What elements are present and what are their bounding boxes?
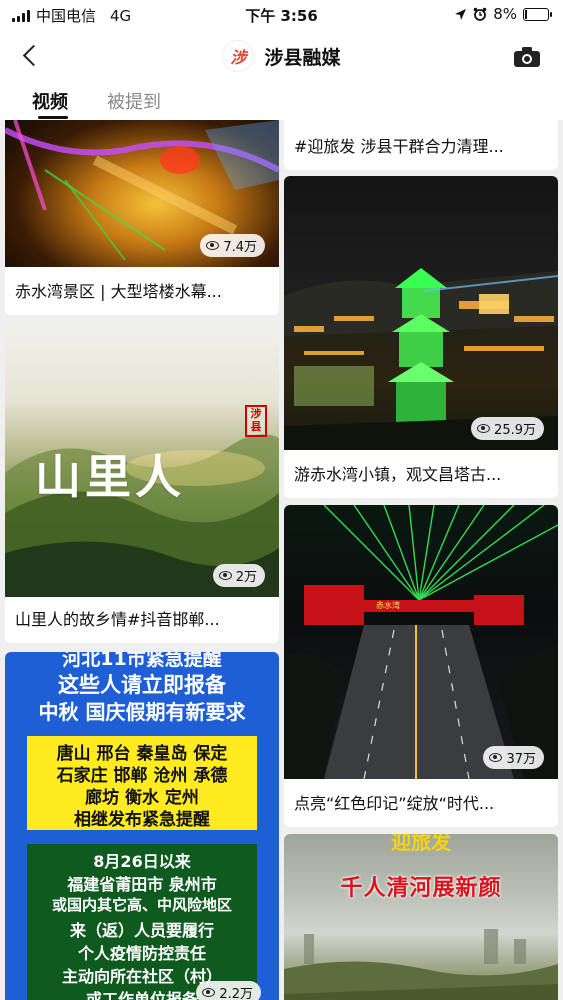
page-title: 涉县融媒 bbox=[264, 46, 341, 69]
battery-icon bbox=[523, 7, 552, 21]
video-card[interactable]: 7.4万 赤水湾景区 | 大型塔楼水幕... bbox=[5, 120, 279, 315]
video-feed: 7.4万 赤水湾景区 | 大型塔楼水幕... 涉县 山里人 2万 山里人的故乡情… bbox=[0, 120, 563, 1000]
eye-icon bbox=[202, 988, 216, 997]
view-count: 2.2万 bbox=[196, 981, 261, 1000]
video-caption: 游赤水湾小镇，观文昌塔古... bbox=[294, 465, 502, 484]
view-count-value: 2.2万 bbox=[219, 987, 253, 1000]
eye-icon bbox=[477, 424, 491, 433]
account-logo[interactable]: 涉 bbox=[222, 40, 255, 72]
channel-seal: 涉县 bbox=[245, 405, 267, 437]
video-card[interactable]: 迎旅发 千人清河展新颜 bbox=[284, 834, 558, 1000]
view-count: 2万 bbox=[212, 564, 265, 587]
view-count: 7.4万 bbox=[200, 234, 265, 257]
video-card[interactable]: 25.9万 游赤水湾小镇，观文昌塔古... bbox=[284, 176, 558, 498]
view-count-value: 37万 bbox=[506, 752, 536, 767]
tab-videos[interactable]: 视频 bbox=[32, 88, 68, 114]
video-thumbnail: 河北11市紧急提醒 这些人请立即报备 中秋 国庆假期有新要求 唐山 邢台 秦皇岛… bbox=[5, 652, 279, 1000]
camera-icon[interactable] bbox=[513, 46, 541, 68]
video-card[interactable]: 河北11市紧急提醒 这些人请立即报备 中秋 国庆假期有新要求 唐山 邢台 秦皇岛… bbox=[5, 652, 279, 1000]
logo-glyph: 涉 bbox=[230, 48, 247, 67]
tab-mentions[interactable]: 被提到 bbox=[107, 88, 161, 114]
video-thumbnail: 涉县 山里人 2万 bbox=[5, 323, 279, 597]
gate-sign: 赤水湾 bbox=[376, 601, 400, 610]
poster-notice-box: 8月26日以来 福建省莆田市 泉州市 或国内其它高、中风险地区 来（返）人员要履… bbox=[27, 844, 257, 1000]
view-count-value: 7.4万 bbox=[223, 240, 257, 255]
video-caption: #迎旅发 涉县干群合力清理... bbox=[294, 137, 504, 156]
video-caption: 赤水湾景区 | 大型塔楼水幕... bbox=[15, 282, 222, 301]
view-count: 25.9万 bbox=[471, 417, 544, 440]
video-thumbnail: 7.4万 bbox=[5, 120, 279, 267]
video-caption: 点亮“红色印记”绽放“时代... bbox=[294, 794, 495, 813]
battery-percent: 8% bbox=[493, 5, 517, 23]
eye-icon bbox=[218, 571, 232, 580]
video-caption: 山里人的故乡情#抖音邯郸... bbox=[15, 610, 220, 629]
video-thumbnail: 赤水湾 37万 bbox=[284, 505, 558, 779]
status-bar: 中国电信 4G 下午 3:56 8% bbox=[0, 0, 563, 30]
video-thumbnail: 迎旅发 千人清河展新颜 bbox=[284, 834, 558, 1000]
video-thumbnail: 25.9万 bbox=[284, 176, 558, 450]
eye-icon bbox=[206, 241, 220, 250]
alarm-icon bbox=[473, 7, 487, 21]
active-tab-indicator bbox=[38, 116, 68, 119]
location-icon bbox=[455, 8, 467, 20]
poster-city-box: 唐山 邢台 秦皇岛 保定 石家庄 邯郸 沧州 承德 廊坊 衡水 定州 相继发布紧… bbox=[27, 736, 257, 830]
video-card[interactable]: 涉县 山里人 2万 山里人的故乡情#抖音邯郸... bbox=[5, 323, 279, 643]
video-card[interactable]: #迎旅发 涉县干群合力清理... bbox=[284, 120, 558, 170]
view-count-value: 25.9万 bbox=[494, 423, 536, 438]
eye-icon bbox=[489, 753, 503, 762]
view-count: 37万 bbox=[483, 746, 544, 769]
view-count-value: 2万 bbox=[235, 570, 257, 585]
overlay-title: 山里人 bbox=[35, 450, 185, 504]
tab-bar: 视频 被提到 bbox=[0, 84, 563, 120]
video-card[interactable]: 赤水湾 37万 点亮“红色印记”绽放“时代... bbox=[284, 505, 558, 827]
app-header: 涉 涉县融媒 bbox=[0, 30, 563, 84]
